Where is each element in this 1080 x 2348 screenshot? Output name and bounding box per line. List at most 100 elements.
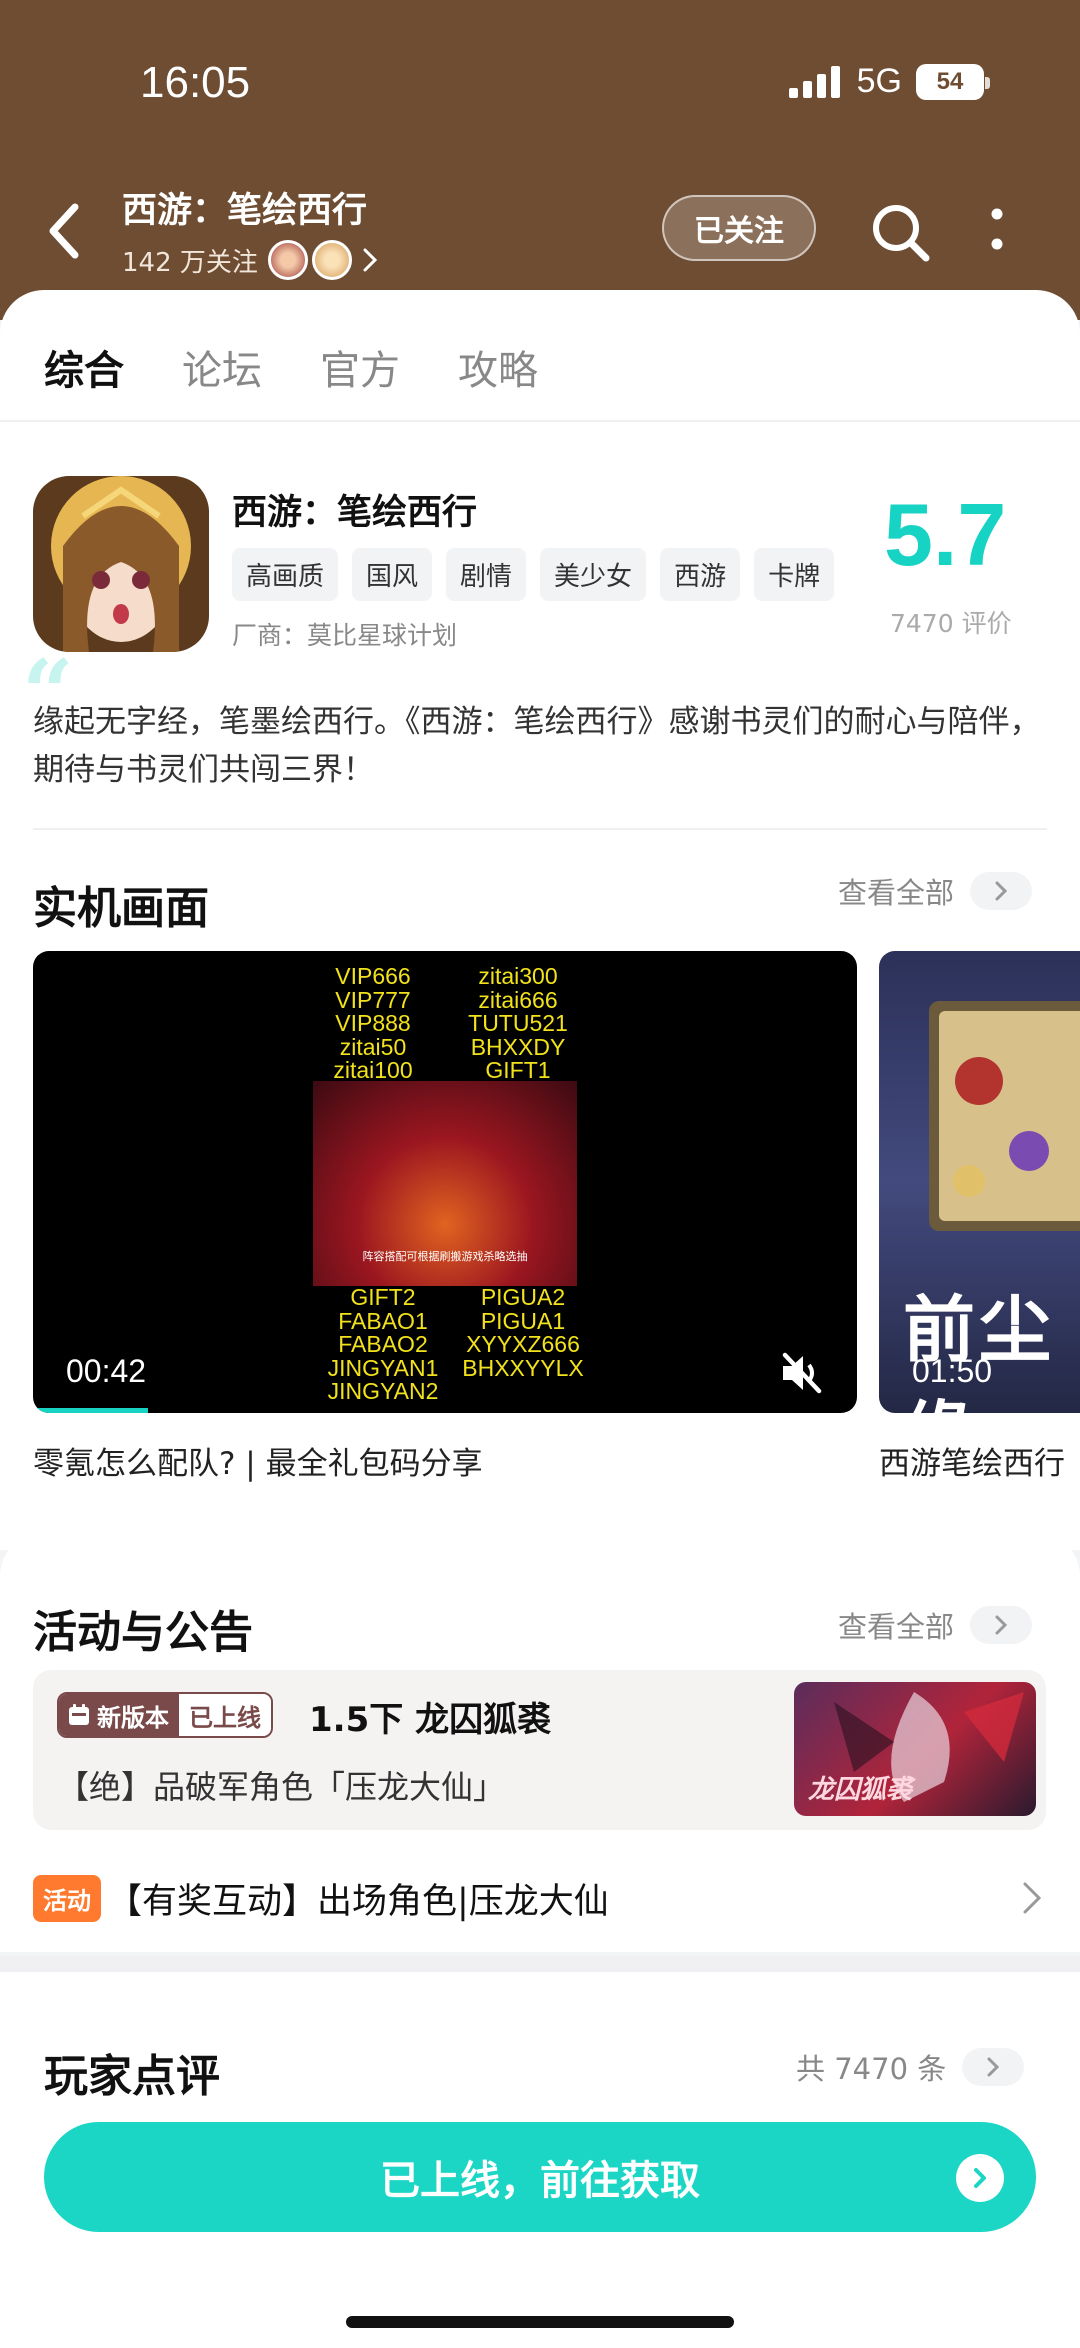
activity-badge: 活动: [33, 1874, 101, 1922]
video-progress: [33, 1408, 149, 1413]
version-badge-label: 新版本: [97, 1703, 169, 1732]
search-icon: [873, 205, 930, 262]
code-text: zitai50: [339, 1033, 407, 1060]
tab-overview[interactable]: 综合: [44, 338, 124, 396]
tag-list: 高画质 国风 剧情 美少女 西游 卡牌: [232, 548, 835, 601]
calendar-icon: [69, 1704, 89, 1725]
chevron-right-icon: [970, 872, 1033, 910]
code-list: zitai300 zitai666 TUTU521 BHXXDY GIFT1: [453, 963, 583, 1083]
avatar: [267, 240, 308, 280]
chevron-right-icon: [363, 248, 378, 272]
tag[interactable]: 高画质: [232, 548, 339, 601]
divider: [0, 1956, 1080, 1972]
video-caption[interactable]: 零氪怎么配队? | 最全礼包码分享: [33, 1438, 483, 1483]
tag[interactable]: 卡牌: [754, 548, 835, 601]
code-text: JINGYAN2: [327, 1378, 439, 1404]
code-list: PIGUA2 PIGUA1 XYYXZ666 BHXXYYLX: [453, 1284, 593, 1381]
view-all-reviews[interactable]: 共 7470 条: [796, 2046, 1025, 2088]
followed-button[interactable]: 已关注: [662, 195, 816, 261]
code-text: VIP888: [335, 1010, 411, 1036]
followers-count: 142 万关注: [122, 247, 258, 278]
view-all-label: 查看全部: [838, 1610, 955, 1644]
code-text: FABAO1: [338, 1307, 428, 1334]
game-description: 缘起无字经，笔墨绘西行。《西游：笔绘西行》感谢书灵们的耐心与陪伴，期待与书灵们共…: [33, 704, 1041, 788]
network-label: 5G: [856, 62, 902, 100]
divider: [33, 828, 1047, 830]
status-indicators: 5G 54: [788, 62, 990, 101]
code-text: zitai300: [478, 963, 558, 989]
divider: [0, 420, 1080, 422]
avatar: [311, 240, 352, 280]
tab-forum[interactable]: 论坛: [182, 338, 262, 396]
section-title-news: 活动与公告: [33, 1607, 253, 1658]
code-text: BHXXDY: [470, 1033, 566, 1060]
video-player[interactable]: 前尘缘 01:50: [879, 951, 1080, 1413]
get-game-button[interactable]: 已上线，前往获取: [44, 2122, 1036, 2232]
status-time: 16:05: [140, 58, 251, 107]
news-subtitle: 【绝】品破军角色「压龙大仙」: [57, 1768, 506, 1806]
tab-guide[interactable]: 攻略: [458, 338, 538, 396]
version-status: 已上线: [179, 1694, 271, 1736]
chevron-right-icon: [970, 1606, 1033, 1644]
tab-official[interactable]: 官方: [320, 338, 400, 396]
activity-text: 【有奖互动】出场角色|压龙大仙: [107, 1881, 609, 1922]
video-subtitle: 阵容搭配可根据刷搬游戏杀略选抽: [362, 1250, 528, 1263]
mute-icon[interactable]: [775, 1347, 827, 1399]
view-all-news[interactable]: 查看全部: [838, 1604, 1033, 1646]
more-button[interactable]: [975, 198, 1019, 268]
rating-count: 7470 评价: [890, 609, 1012, 638]
chevron-right-icon: [1023, 1882, 1042, 1914]
code-text: FABAO2: [338, 1331, 428, 1357]
news-thumbnail: 龙囚狐裘: [794, 1682, 1036, 1816]
code-text: GIFT2: [350, 1284, 416, 1310]
game-name: 西游：笔绘西行: [232, 493, 478, 533]
home-indicator[interactable]: [346, 2316, 734, 2328]
back-button[interactable]: [40, 196, 88, 266]
news-title: 1.5下 龙囚狐裘: [309, 1700, 552, 1740]
game-icon: [33, 476, 209, 652]
video-duration: 01:50: [912, 1353, 993, 1389]
code-text: TUTU521: [468, 1010, 568, 1036]
tag[interactable]: 国风: [352, 548, 433, 601]
maker-label[interactable]: 厂商：莫比星球计划: [232, 616, 457, 652]
video-frame: 阵容搭配可根据刷搬游戏杀略选抽: [313, 1081, 577, 1286]
code-text: VIP777: [335, 986, 411, 1013]
arrow-right-icon: [956, 2154, 1004, 2202]
activity-item[interactable]: 活动 【有奖互动】出场角色|压龙大仙: [33, 1868, 1043, 1928]
section-title-screenshots: 实机画面: [33, 883, 209, 934]
code-text: zitai100: [333, 1057, 413, 1083]
news-card[interactable]: 新版本 已上线 1.5下 龙囚狐裘 【绝】品破军角色「压龙大仙」 龙囚狐裘: [33, 1670, 1046, 1830]
followers-row[interactable]: 142 万关注: [122, 240, 378, 280]
code-list: VIP666 VIP777 VIP888 zitai50 zitai100: [333, 963, 413, 1083]
chevron-right-icon: [962, 2048, 1025, 2086]
tag[interactable]: 西游: [660, 548, 741, 601]
tag[interactable]: 美少女: [540, 548, 647, 601]
code-text: PIGUA2: [480, 1284, 566, 1310]
chevron-left-icon: [49, 203, 79, 259]
code-text: VIP666: [335, 963, 411, 989]
signal-icon: [788, 65, 840, 98]
code-text: GIFT1: [485, 1057, 551, 1083]
video-duration: 00:42: [66, 1353, 147, 1389]
battery-icon: 54: [916, 63, 990, 100]
code-text: zitai666: [478, 986, 558, 1013]
search-button[interactable]: [866, 198, 936, 268]
code-list: GIFT2 FABAO1 FABAO2 JINGYAN1 JINGYAN2: [323, 1284, 443, 1404]
code-text: XYYXZ666: [466, 1331, 580, 1357]
version-badge-left: 新版本: [59, 1694, 179, 1736]
tag[interactable]: 剧情: [446, 548, 527, 601]
version-badge: 新版本 已上线: [57, 1692, 273, 1738]
news-thumbnail-text: 龙囚狐裘: [808, 1775, 913, 1805]
rating-score: 5.7: [884, 485, 1007, 584]
view-all-label: 查看全部: [838, 876, 955, 910]
view-all-screenshots[interactable]: 查看全部: [838, 870, 1033, 912]
code-text: PIGUA1: [480, 1307, 566, 1334]
section-title-reviews: 玩家点评: [44, 2051, 220, 2102]
more-vertical-icon: [991, 208, 1003, 250]
code-text: BHXXYYLX: [462, 1354, 584, 1381]
page-title: 西游：笔绘西行: [122, 191, 368, 231]
video-caption[interactable]: 西游笔绘西行: [879, 1438, 1080, 1483]
review-count: 共 7470 条: [796, 2052, 947, 2086]
tab-bar: 综合 论坛 官方 攻略: [44, 338, 538, 396]
video-player[interactable]: VIP666 VIP777 VIP888 zitai50 zitai100 zi…: [33, 951, 857, 1413]
